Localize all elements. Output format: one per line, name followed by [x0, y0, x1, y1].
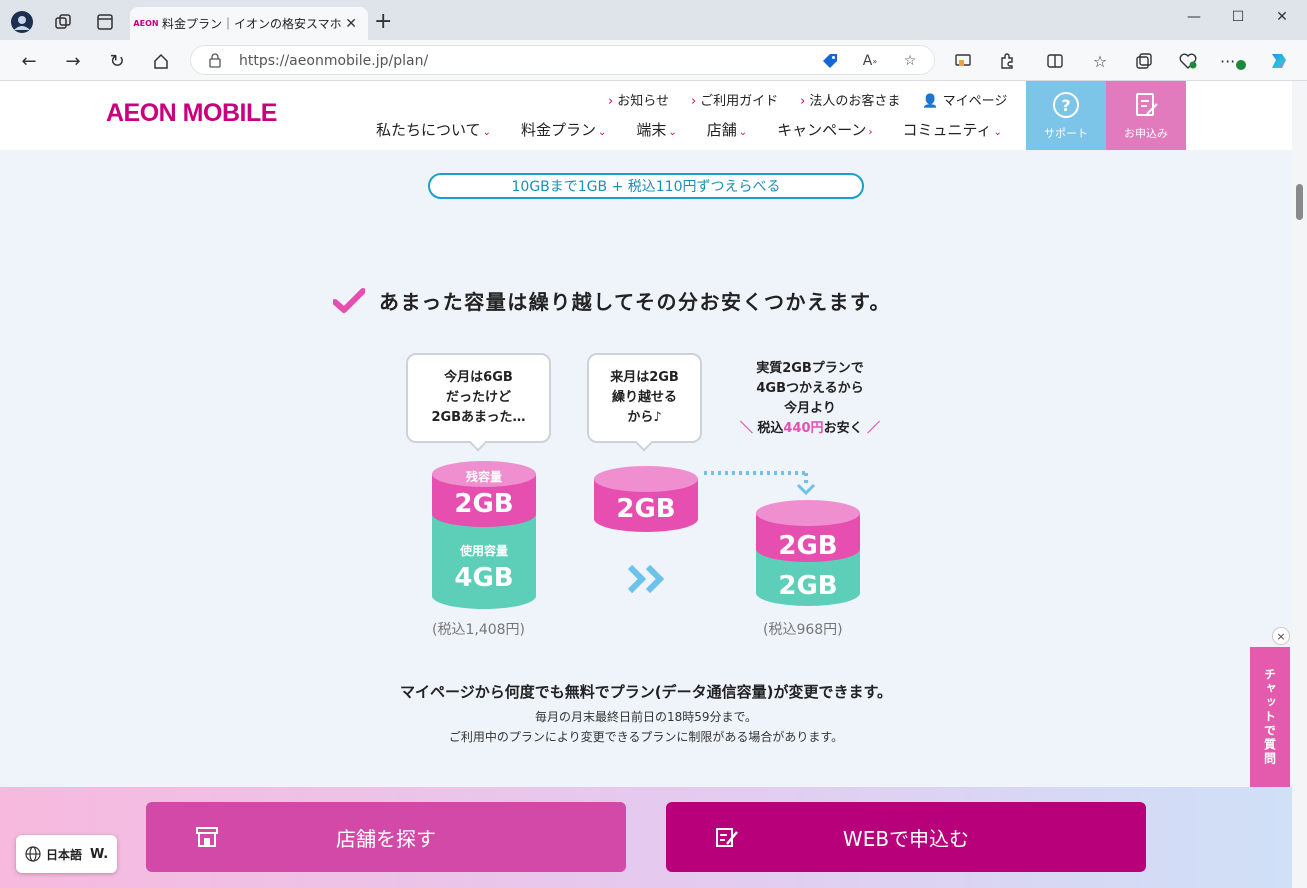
plan-change-restriction: ご利用中のプランにより変更できるプランに制限がある場合があります。	[448, 730, 844, 744]
workspaces-icon[interactable]	[49, 8, 77, 36]
cylinder1-top-value: 2GB	[454, 489, 514, 519]
tab-title: 料金プラン｜イオンの格安スマホ・格安	[162, 17, 342, 31]
web-apply-button[interactable]: WEBで申込む	[666, 802, 1146, 872]
forward-icon[interactable]: →	[60, 48, 86, 74]
home-icon[interactable]	[148, 48, 174, 74]
maximize-icon[interactable]: ☐	[1224, 6, 1252, 28]
cylinder1-bottom-value: 4GB	[454, 563, 514, 593]
web-page: AEON MOBILE › お知らせ › ご利用ガイド › 法人のお客さま 👤 マイペー…	[0, 81, 1292, 888]
window-close-icon[interactable]: ✕	[1268, 6, 1296, 28]
new-tab-icon[interactable]: +	[374, 11, 392, 33]
lock-icon[interactable]	[207, 52, 223, 68]
dotted-arrow-icon	[704, 471, 816, 496]
tab-actions-icon[interactable]	[91, 8, 119, 36]
page-scrollbar[interactable]	[1292, 81, 1307, 888]
tab-active[interactable]: AEON 料金プラン｜イオンの格安スマホ・格安 ✕	[130, 7, 368, 40]
globe-icon	[25, 846, 41, 862]
extensions-icon[interactable]	[994, 48, 1020, 74]
favorite-star-icon[interactable]: ☆	[900, 51, 920, 71]
price-this-month: (税込1,408円)	[432, 622, 526, 638]
cylinder1-bottom-label: 使用容量	[459, 544, 508, 558]
scrollbar-thumb[interactable]	[1296, 184, 1303, 220]
cylinder1-top-label: 残容量	[465, 470, 502, 484]
cta-band: 店舗を探す WEBで申込む 日本語 W.	[0, 787, 1292, 888]
cylinder3-top-value: 2GB	[778, 531, 838, 561]
data-carryover-illustration	[432, 461, 860, 609]
chat-button[interactable]: チャットで質問	[1250, 647, 1290, 787]
chat-close-icon[interactable]: ×	[1272, 627, 1290, 645]
coupon-tag-icon[interactable]	[820, 51, 840, 71]
language-selector[interactable]: 日本語 W.	[16, 835, 117, 873]
cylinder2-value: 2GB	[616, 494, 676, 524]
find-store-button[interactable]: 店舗を探す	[146, 802, 626, 872]
aeon-favicon-icon: AEON	[133, 19, 159, 28]
more-options-icon[interactable]: ···	[1220, 48, 1246, 74]
profile-avatar-icon[interactable]	[8, 8, 36, 36]
cylinder3-bottom-value: 2GB	[778, 571, 838, 601]
plan-change-deadline: 毎月の月末最終日前日の18時59分まで。	[534, 710, 758, 724]
read-aloud-icon[interactable]: A»	[860, 51, 880, 71]
browser-tabbar: AEON 料金プラン｜イオンの格安スマホ・格安 ✕ + — ☐ ✕	[0, 0, 1307, 40]
favorites-icon[interactable]: ☆	[1087, 48, 1113, 74]
double-chevron-icon	[627, 564, 665, 594]
split-screen-icon[interactable]	[1042, 48, 1068, 74]
back-icon[interactable]: ←	[16, 48, 42, 74]
screen-cast-icon[interactable]	[950, 48, 976, 74]
minimize-icon[interactable]: —	[1180, 6, 1208, 28]
collections-icon[interactable]	[1131, 48, 1157, 74]
browser-toolbar: ← → ↻ https://aeonmobile.jp/plan/ A» ☆ ☆…	[0, 40, 1307, 81]
copilot-icon[interactable]	[1266, 48, 1292, 74]
address-bar[interactable]: https://aeonmobile.jp/plan/ A» ☆	[190, 45, 935, 75]
price-next-month: (税込968円)	[763, 622, 843, 638]
wovn-logo: W.	[90, 846, 109, 862]
refresh-icon[interactable]: ↻	[104, 48, 130, 74]
browser-essentials-icon[interactable]	[1175, 48, 1201, 74]
plan-change-note: マイページから何度でも無料でプラン(データ通信容量)が変更できます。	[400, 683, 892, 701]
url-text: https://aeonmobile.jp/plan/	[239, 53, 429, 69]
tab-close-icon[interactable]: ✕	[342, 16, 360, 32]
